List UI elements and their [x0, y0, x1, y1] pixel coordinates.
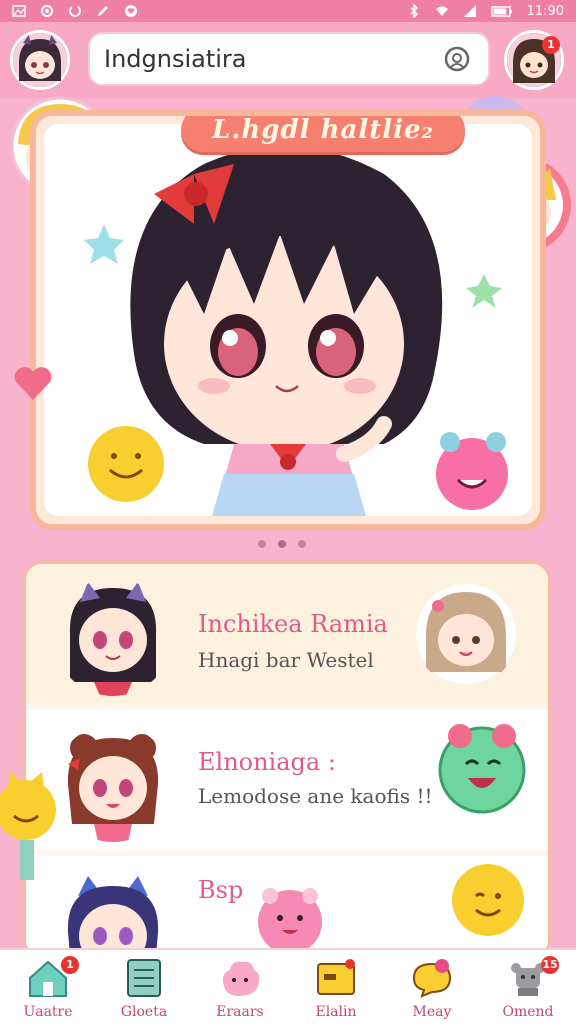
nav-badge: 15: [541, 956, 559, 974]
blonde-girl-avatar-icon: [416, 584, 516, 684]
signal-icon: [463, 5, 476, 17]
carousel-dot[interactable]: [278, 540, 286, 548]
list-item[interactable]: Inchikea Ramia Hnagi bar Westel: [26, 564, 548, 704]
nav-label: Gloeta: [120, 1004, 168, 1020]
nav-label: Meay: [412, 1004, 452, 1020]
nav-item-list[interactable]: Gloeta: [99, 958, 189, 1020]
hero-title: L.hgdl haltlie₂: [212, 115, 434, 145]
profile-avatar[interactable]: [10, 30, 70, 90]
nav-item-chat[interactable]: Meay: [387, 958, 477, 1020]
carousel-dot[interactable]: [298, 540, 306, 548]
search-icon[interactable]: [440, 42, 474, 76]
nav-item-home[interactable]: 1 Uaatre: [3, 956, 93, 1020]
hero-banner[interactable]: L.hgdl haltlie₂: [30, 110, 546, 530]
yellow-blob-character-icon: [452, 864, 524, 936]
carousel-dot[interactable]: [258, 540, 266, 548]
bluetooth-icon: [410, 4, 418, 18]
list-item[interactable]: Elnoniaga : Lemodose ane kaofis !!: [26, 710, 548, 850]
heart-icon: [125, 5, 137, 17]
chat-icon: [412, 959, 452, 998]
carousel-indicator[interactable]: [258, 540, 306, 548]
nav-label: Uaatre: [23, 1004, 73, 1020]
girl-avatar-icon: [13, 33, 67, 87]
yellow-cat-sticker-icon: [0, 772, 56, 880]
character-list: Inchikea Ramia Hnagi bar Westel Elnoniag…: [22, 560, 552, 960]
heart-sticker-icon: [14, 367, 52, 400]
nav-item-folder[interactable]: Elalin: [291, 958, 381, 1020]
pen-icon: [98, 6, 108, 16]
settings-icon: [41, 5, 53, 17]
cloud-creature-icon: [222, 961, 260, 996]
list-item-title: Inchikea Ramia: [198, 610, 388, 638]
list-item-title: Elnoniaga :: [198, 748, 336, 776]
folder-icon: [317, 959, 355, 995]
status-left: [12, 4, 138, 18]
list-item[interactable]: Bsp: [26, 856, 548, 956]
image-icon: [12, 5, 26, 17]
search-input[interactable]: Indgnsiatira: [104, 45, 440, 73]
wifi-icon: [435, 6, 448, 16]
nav-label: Eraars: [216, 1004, 264, 1020]
status-right: 11:90: [407, 4, 564, 19]
nav-item-characters[interactable]: Eraars: [195, 958, 285, 1020]
notification-badge: 1: [542, 36, 560, 54]
hero-title-pill: L.hgdl haltlie₂: [181, 115, 465, 152]
clock-time: 11:90: [526, 3, 564, 19]
green-blob-character-icon: [438, 724, 526, 814]
catgirl-character-icon: [69, 582, 157, 696]
app-header: Indgnsiatira 1: [0, 22, 576, 98]
search-bar[interactable]: Indgnsiatira: [88, 32, 490, 86]
status-bar: 11:90: [0, 0, 576, 22]
sync-icon: [69, 5, 81, 17]
list-item-title: Bsp: [198, 876, 244, 904]
redhair-girl-character-icon: [67, 734, 159, 842]
nav-label: Omend: [502, 1004, 554, 1020]
chibi-girl-illustration-icon: [84, 146, 508, 516]
nav-item-more[interactable]: 15 Omend: [483, 956, 573, 1020]
hero-inner: L.hgdl haltlie₂: [44, 116, 532, 516]
nav-label: Elalin: [315, 1004, 357, 1020]
battery-icon: [490, 6, 512, 17]
purplehair-catgirl-character-icon: [67, 876, 159, 956]
bottom-navigation: 1 Uaatre Gloeta Eraars Elalin Meay 15 Om…: [0, 948, 576, 1024]
list-item-subtitle: Hnagi bar Westel: [198, 648, 374, 672]
list-item-subtitle: Lemodose ane kaofis !!: [198, 784, 433, 808]
list-icon: [127, 959, 161, 997]
nav-badge: 1: [61, 956, 79, 974]
